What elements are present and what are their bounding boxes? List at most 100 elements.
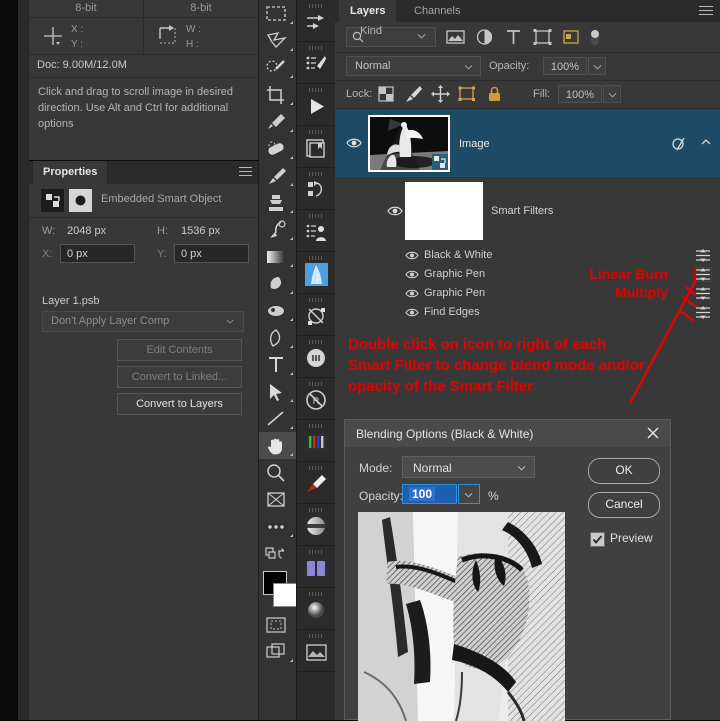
- panel-scrollbar-track[interactable]: [18, 0, 46, 720]
- fill-stepper[interactable]: [603, 85, 621, 103]
- shape-layer-icon[interactable]: [532, 27, 553, 47]
- dialog-titlebar[interactable]: Blending Options (Black & White): [345, 420, 670, 447]
- blending-options-icon[interactable]: [695, 306, 711, 319]
- tool-type[interactable]: [259, 351, 296, 378]
- blending-options-icon[interactable]: [695, 287, 711, 300]
- dialog-preview-checkbox[interactable]: [590, 532, 605, 547]
- dialog-opacity-input[interactable]: 100: [402, 484, 457, 504]
- dialog-preview-image[interactable]: [358, 512, 565, 721]
- layer-row-image[interactable]: Image: [335, 110, 720, 177]
- dock-paths[interactable]: [297, 294, 336, 336]
- smart-filter-fx-icon[interactable]: [672, 136, 688, 152]
- dialog-ok-button[interactable]: OK: [588, 458, 660, 484]
- tool-dodge[interactable]: [259, 270, 296, 297]
- prop-y-input[interactable]: 0 px: [174, 244, 249, 263]
- tab-layers[interactable]: Layers: [339, 0, 397, 22]
- tool-spot-healing[interactable]: [259, 135, 296, 162]
- edit-contents-button[interactable]: Edit Contents: [117, 339, 242, 361]
- dialog-cancel-button[interactable]: Cancel: [588, 492, 660, 518]
- tool-hand[interactable]: [259, 432, 296, 459]
- dock-brush-settings[interactable]: [297, 42, 336, 84]
- blending-options-icon[interactable]: [694, 267, 712, 282]
- tool-lasso[interactable]: [259, 27, 296, 54]
- chevron-up-icon[interactable]: [701, 138, 711, 145]
- tool-screen-mode[interactable]: [259, 638, 296, 665]
- background-color-swatch[interactable]: [273, 583, 297, 607]
- dialog-opacity-stepper[interactable]: [458, 484, 480, 504]
- dock-history[interactable]: [297, 168, 336, 210]
- opacity-value[interactable]: 100%: [543, 57, 587, 75]
- tab-properties[interactable]: Properties: [33, 161, 108, 184]
- lock-image-icon[interactable]: [404, 85, 423, 103]
- panel-menu-icon[interactable]: [699, 6, 713, 16]
- smart-filter-mask-thumbnail[interactable]: [405, 182, 483, 240]
- tool-path-selection[interactable]: [259, 378, 296, 405]
- dialog-mode-select[interactable]: Normal: [402, 456, 535, 478]
- dock-channels-rgb[interactable]: [297, 420, 336, 462]
- tab-channels[interactable]: Channels: [403, 0, 471, 22]
- dock-color[interactable]: [297, 462, 336, 504]
- lock-transparency-icon[interactable]: [377, 85, 396, 103]
- eye-visible-icon[interactable]: [405, 250, 419, 261]
- tool-frame[interactable]: [259, 486, 296, 513]
- type-layer-icon[interactable]: [503, 27, 524, 47]
- tool-marquee[interactable]: [259, 0, 296, 27]
- dock-swatches[interactable]: [297, 546, 336, 588]
- tool-brush[interactable]: [259, 162, 296, 189]
- lock-artboard-icon[interactable]: [458, 85, 477, 103]
- tool-blur[interactable]: [259, 297, 296, 324]
- dock-no-symbol[interactable]: R: [297, 378, 336, 420]
- tool-line[interactable]: [259, 405, 296, 432]
- tool-history-brush[interactable]: [259, 216, 296, 243]
- convert-to-linked-button[interactable]: Convert to Linked...: [117, 366, 242, 388]
- blending-options-icon[interactable]: [695, 249, 711, 262]
- eye-visible-icon[interactable]: [405, 269, 419, 280]
- smart-object-icon[interactable]: [561, 27, 582, 47]
- dock-libraries[interactable]: [297, 126, 336, 168]
- dock-actions[interactable]: [297, 210, 336, 252]
- blend-mode-select[interactable]: Normal: [346, 56, 481, 76]
- eye-visible-icon[interactable]: [387, 205, 403, 217]
- layer-comp-select[interactable]: Don't Apply Layer Comp: [42, 311, 244, 332]
- lock-position-icon[interactable]: [431, 85, 450, 103]
- dock-gradients[interactable]: [297, 504, 336, 546]
- adjustment-layer-icon[interactable]: [474, 27, 495, 47]
- tool-zoom[interactable]: [259, 459, 296, 486]
- prop-x-input[interactable]: 0 px: [60, 244, 135, 263]
- layer-thumbnail[interactable]: [368, 115, 450, 172]
- convert-to-layers-button[interactable]: Convert to Layers: [117, 393, 242, 415]
- eye-visible-icon[interactable]: [405, 307, 419, 318]
- fill-value[interactable]: 100%: [558, 85, 602, 103]
- tool-pen[interactable]: [259, 324, 296, 351]
- smart-object-badge-icon: [432, 154, 448, 170]
- tool-crop[interactable]: [259, 81, 296, 108]
- paths-node-icon: [308, 308, 325, 325]
- filter-row-find-edges[interactable]: Find Edges: [335, 303, 720, 322]
- color-swatches[interactable]: [259, 567, 297, 611]
- close-x-icon[interactable]: [645, 425, 661, 441]
- eye-visible-icon[interactable]: [346, 137, 362, 149]
- panel-menu-icon[interactable]: [239, 167, 252, 178]
- tool-quick-selection[interactable]: [259, 54, 296, 81]
- dock-info[interactable]: [297, 336, 336, 378]
- tool-screen-mode-row[interactable]: [259, 540, 296, 567]
- tool-gradient[interactable]: [259, 243, 296, 270]
- tool-clone-stamp[interactable]: [259, 189, 296, 216]
- toggle-filter-switch-icon[interactable]: [587, 27, 603, 47]
- chevron-down-icon: [608, 92, 617, 98]
- dock-styles[interactable]: [297, 588, 336, 630]
- dock-adjustments[interactable]: [297, 0, 336, 42]
- dock-navigator[interactable]: [297, 252, 336, 294]
- opacity-stepper[interactable]: [588, 57, 606, 75]
- filter-row-black-white[interactable]: Black & White: [335, 246, 720, 265]
- tool-quick-mask[interactable]: [259, 611, 296, 638]
- dock-timeline[interactable]: [297, 84, 336, 126]
- smart-filters-row[interactable]: Smart Filters: [335, 178, 720, 244]
- lock-all-icon[interactable]: [485, 85, 504, 103]
- polygonal-lasso-icon: [266, 32, 287, 48]
- dock-patterns[interactable]: [297, 630, 336, 672]
- pixel-layer-icon[interactable]: [445, 27, 466, 47]
- tool-eyedropper[interactable]: [259, 108, 296, 135]
- tool-edit-toolbar[interactable]: [259, 513, 296, 540]
- eye-visible-icon[interactable]: [405, 288, 419, 299]
